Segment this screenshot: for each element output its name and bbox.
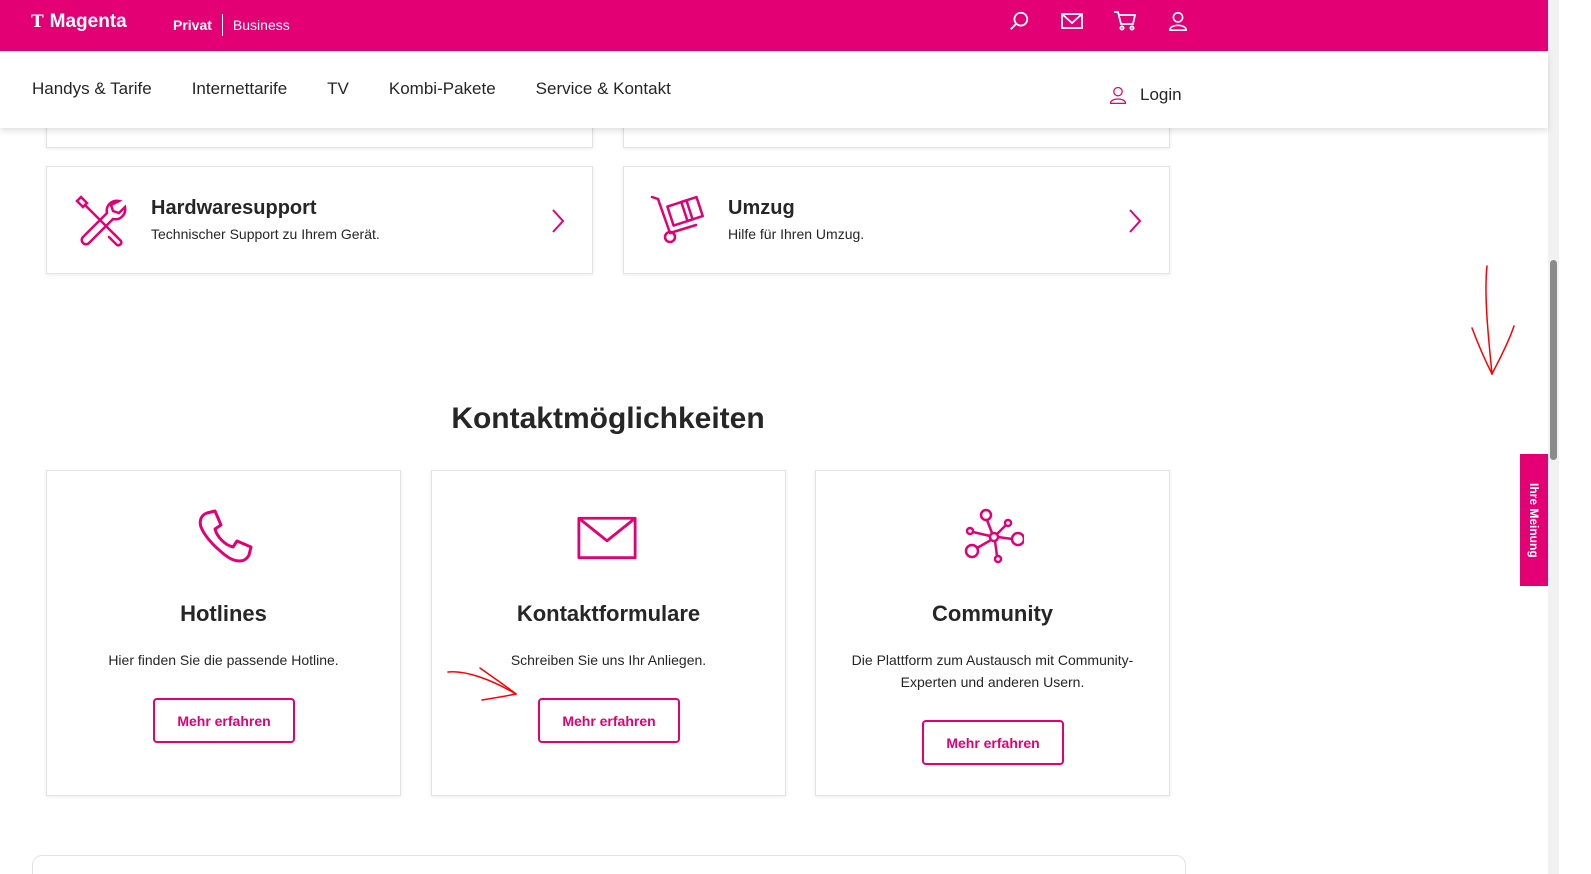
hand-truck-icon: [650, 195, 704, 244]
nav-item-kombi-pakete[interactable]: Kombi-Pakete: [389, 79, 496, 99]
segment-divider: [221, 14, 223, 36]
brand-logo[interactable]: T Magenta: [31, 11, 127, 33]
window-edge: [1559, 0, 1591, 874]
next-section-edge: [32, 855, 1186, 874]
envelope-icon: [577, 516, 637, 560]
top-icon-group: [1007, 9, 1190, 33]
chevron-right-icon: [552, 209, 565, 233]
service-card-subtitle: Hilfe für Ihren Umzug.: [728, 226, 865, 242]
segment-switch: Privat Business: [173, 14, 290, 36]
main-navigation: Handys & Tarife Internettarife TV Kombi-…: [0, 51, 1548, 128]
search-icon[interactable]: [1007, 9, 1031, 33]
tools-icon: [75, 195, 127, 247]
kontaktformulare-more-button[interactable]: Mehr erfahren: [538, 698, 680, 743]
contact-section-heading: Kontaktmöglichkeiten: [451, 402, 765, 435]
contact-card-kontaktformulare: Kontaktformulare Schreiben Sie uns Ihr A…: [431, 470, 786, 796]
annotation-arrow-right: [447, 667, 517, 701]
annotation-arrow-down: [1471, 265, 1515, 375]
scrollbar-thumb[interactable]: [1550, 260, 1557, 460]
feedback-tab-label: Ihre Meinung: [1527, 482, 1541, 558]
nav-item-internettarife[interactable]: Internettarife: [192, 79, 287, 99]
network-icon: [964, 508, 1024, 564]
service-card-title: Hardwaresupport: [151, 197, 317, 219]
brand-name: Magenta: [49, 11, 127, 32]
segment-business-link[interactable]: Business: [233, 17, 290, 33]
contact-card-community: Community Die Plattform zum Austausch mi…: [815, 470, 1170, 796]
phone-icon: [198, 509, 253, 563]
contact-card-title: Kontaktformulare: [516, 601, 701, 626]
mail-icon[interactable]: [1060, 9, 1084, 33]
community-more-button[interactable]: Mehr erfahren: [922, 720, 1064, 765]
contact-card-text: Hier finden Sie die passende Hotline.: [108, 652, 339, 668]
chevron-right-icon: [1129, 209, 1142, 233]
nav-item-tv[interactable]: TV: [327, 79, 349, 99]
nav-item-handys-tarife[interactable]: Handys & Tarife: [32, 79, 152, 99]
segment-private-link[interactable]: Privat: [173, 17, 212, 33]
top-bar: T Magenta Privat Business: [0, 0, 1559, 51]
login-button[interactable]: Login: [1108, 85, 1182, 105]
service-card-title: Umzug: [728, 197, 795, 219]
contact-card-hotlines: Hotlines Hier finden Sie die passende Ho…: [46, 470, 401, 796]
feedback-tab[interactable]: Ihre Meinung: [1520, 454, 1548, 586]
service-card-hardwaresupport[interactable]: Hardwaresupport Technischer Support zu I…: [46, 166, 593, 274]
service-card-subtitle: Technischer Support zu Ihrem Gerät.: [151, 226, 380, 242]
service-card-umzug[interactable]: Umzug Hilfe für Ihren Umzug.: [623, 166, 1170, 274]
nav-links: Handys & Tarife Internettarife TV Kombi-…: [32, 79, 671, 99]
nav-item-service-kontakt[interactable]: Service & Kontakt: [536, 79, 671, 99]
brand-letter: T: [31, 12, 44, 32]
user-icon[interactable]: [1166, 9, 1190, 33]
contact-card-title: Community: [932, 601, 1053, 626]
hotlines-more-button[interactable]: Mehr erfahren: [153, 698, 295, 743]
contact-card-text: Die Plattform zum Austausch mit Communit…: [851, 652, 1134, 690]
login-label: Login: [1140, 85, 1182, 104]
contact-card-title: Hotlines: [180, 601, 267, 626]
cart-icon[interactable]: [1113, 9, 1137, 33]
user-outline-icon: [1109, 86, 1127, 104]
